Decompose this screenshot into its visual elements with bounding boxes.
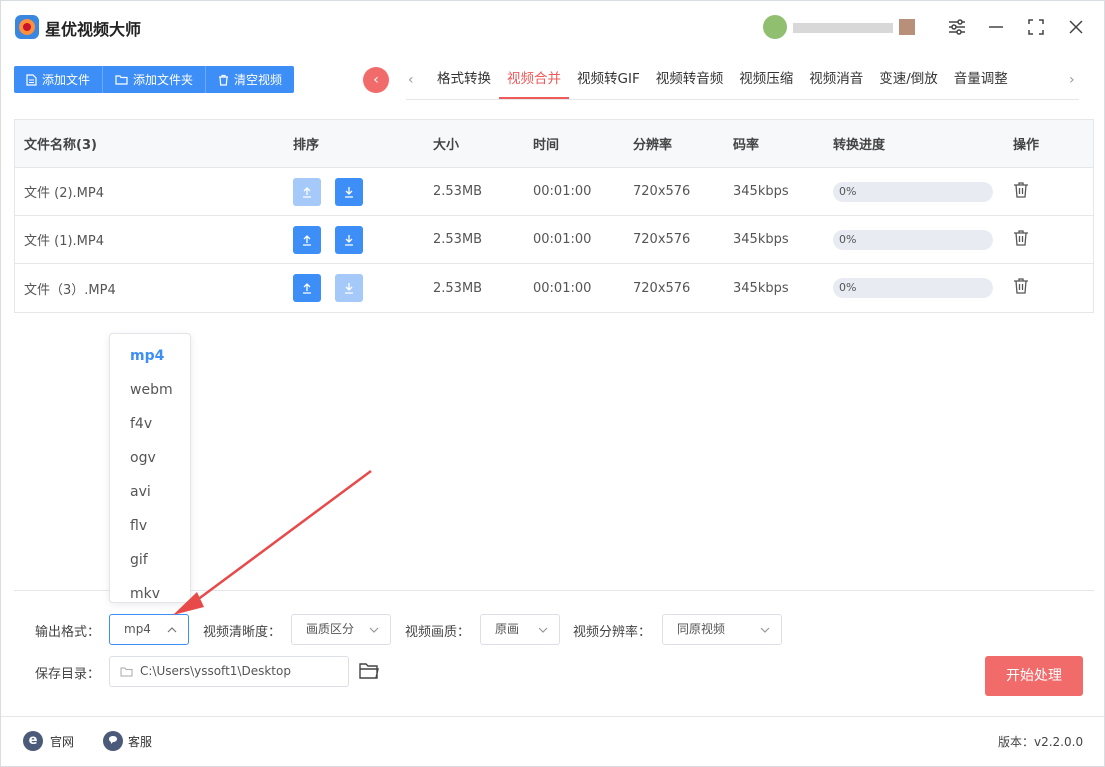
annotation-arrow: [173, 469, 372, 615]
app-window: 星优视频大师 添加文件 添加文件夹 清空视频 ‹ ‹ 格式转换 视频合并 视频转…: [0, 0, 1105, 767]
